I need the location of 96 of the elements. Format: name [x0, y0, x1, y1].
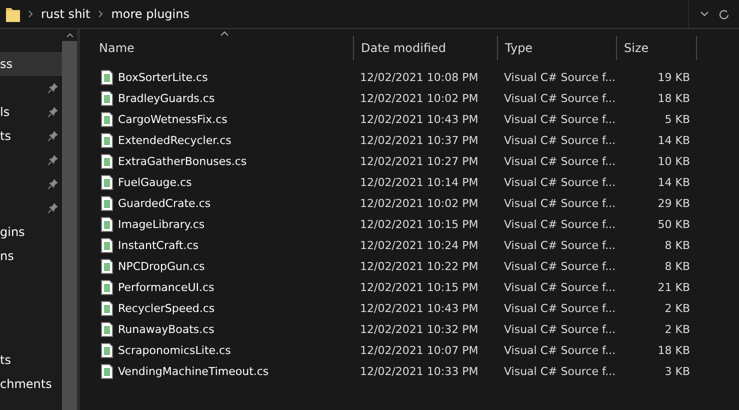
file-icon	[101, 175, 113, 190]
file-size: 8 KB	[664, 239, 691, 252]
file-type: Visual C# Source f...	[503, 134, 617, 147]
address-bar[interactable]: rust shit more plugins	[0, 0, 689, 28]
file-type: Visual C# Source f...	[503, 176, 617, 189]
chevron-down-icon[interactable]	[700, 11, 708, 17]
file-icon	[101, 364, 113, 379]
file-type: Visual C# Source f...	[503, 197, 617, 210]
date-modified: 12/02/2021 10:07 PM	[359, 344, 480, 357]
file-size: 2 KB	[664, 302, 691, 315]
chevron-right-icon	[98, 10, 104, 18]
file-icon	[101, 196, 113, 211]
date-modified: 12/02/2021 10:32 PM	[359, 323, 480, 336]
file-size: 5 KB	[664, 113, 691, 126]
file-size: 50 KB	[656, 218, 691, 231]
file-size: 18 KB	[656, 92, 691, 105]
file-name[interactable]: VendingMachineTimeout.cs	[118, 365, 269, 378]
file-name[interactable]: GuardedCrate.cs	[118, 197, 211, 210]
file-type: Visual C# Source f...	[503, 218, 617, 231]
file-name[interactable]: FuelGauge.cs	[118, 176, 192, 189]
file-type: Visual C# Source f...	[503, 92, 617, 105]
file-name[interactable]: RecyclerSpeed.cs	[118, 302, 215, 315]
column-header[interactable]: Name	[92, 36, 354, 60]
date-modified: 12/02/2021 10:37 PM	[359, 134, 480, 147]
file-name[interactable]: InstantCraft.cs	[118, 239, 198, 252]
file-icon	[101, 112, 113, 127]
file-type: Visual C# Source f...	[503, 113, 617, 126]
date-modified: 12/02/2021 10:33 PM	[359, 365, 480, 378]
sidebar-item[interactable]: ns	[0, 244, 62, 268]
file-size: 2 KB	[664, 323, 691, 336]
file-size: 29 KB	[656, 197, 691, 210]
file-icon	[101, 217, 113, 232]
file-type: Visual C# Source f...	[503, 323, 617, 336]
file-size: 14 KB	[656, 134, 691, 147]
file-type: Visual C# Source f...	[503, 281, 617, 294]
date-modified: 12/02/2021 10:15 PM	[359, 281, 480, 294]
file-icon	[101, 301, 113, 316]
file-name[interactable]: ScraponomicsLite.cs	[118, 344, 231, 357]
file-icon	[101, 259, 113, 274]
date-modified: 12/02/2021 10:27 PM	[359, 155, 480, 168]
file-name[interactable]: ImageLibrary.cs	[118, 218, 205, 231]
breadcrumb-item[interactable]: rust shit	[41, 7, 90, 21]
scroll-up-icon[interactable]	[66, 32, 74, 38]
date-modified: 12/02/2021 10:08 PM	[359, 71, 480, 84]
file-name[interactable]: ExtraGatherBonuses.cs	[118, 155, 247, 168]
sidebar-item[interactable]: gins	[0, 220, 62, 244]
folder-icon	[6, 6, 20, 22]
file-size: 8 KB	[664, 260, 691, 273]
file-type: Visual C# Source f...	[503, 260, 617, 273]
file-size: 10 KB	[656, 155, 691, 168]
file-size: 19 KB	[656, 71, 691, 84]
sidebar-item[interactable]: ss	[0, 52, 62, 76]
file-icon	[101, 322, 113, 337]
file-icon	[101, 133, 113, 148]
file-name[interactable]: BradleyGuards.cs	[118, 92, 215, 105]
file-size: 3 KB	[664, 365, 691, 378]
date-modified: 12/02/2021 10:02 PM	[359, 92, 480, 105]
file-name[interactable]: PerformanceUI.cs	[118, 281, 214, 294]
date-modified: 12/02/2021 10:15 PM	[359, 218, 480, 231]
column-header[interactable]: Type	[498, 36, 617, 60]
date-modified: 12/02/2021 10:14 PM	[359, 176, 480, 189]
file-icon	[101, 70, 113, 85]
file-icon	[101, 238, 113, 253]
sidebar-item[interactable]: chments	[0, 372, 62, 396]
file-type: Visual C# Source f...	[503, 155, 617, 168]
file-type: Visual C# Source f...	[503, 302, 617, 315]
file-size: 14 KB	[656, 176, 691, 189]
column-header[interactable]: Date modified	[354, 36, 498, 60]
date-modified: 12/02/2021 10:24 PM	[359, 239, 480, 252]
file-name[interactable]: BoxSorterLite.cs	[118, 71, 208, 84]
file-type: Visual C# Source f...	[503, 71, 617, 84]
date-modified: 12/02/2021 10:43 PM	[359, 113, 480, 126]
column-header[interactable]: Size	[617, 36, 697, 60]
chevron-right-icon	[28, 10, 33, 18]
file-name[interactable]: ExtendedRecycler.cs	[118, 134, 232, 147]
refresh-icon[interactable]	[719, 8, 729, 20]
file-size: 18 KB	[656, 344, 691, 357]
file-icon	[101, 280, 113, 295]
file-type: Visual C# Source f...	[503, 365, 617, 378]
file-name[interactable]: NPCDropGun.cs	[118, 260, 205, 273]
file-type: Visual C# Source f...	[503, 239, 617, 252]
file-icon	[101, 343, 113, 358]
file-type: Visual C# Source f...	[503, 344, 617, 357]
date-modified: 12/02/2021 10:22 PM	[359, 260, 480, 273]
file-size: 21 KB	[656, 281, 691, 294]
sidebar-item[interactable]: ls	[0, 100, 62, 124]
file-name[interactable]: CargoWetnessFix.cs	[118, 113, 228, 126]
sidebar-item[interactable]: ts	[0, 348, 62, 372]
date-modified: 12/02/2021 10:43 PM	[359, 302, 480, 315]
file-name[interactable]: RunawayBoats.cs	[118, 323, 214, 336]
breadcrumb-item[interactable]: more plugins	[111, 7, 190, 21]
sidebar-item[interactable]: ts	[0, 124, 62, 148]
date-modified: 12/02/2021 10:02 PM	[359, 197, 480, 210]
file-icon	[101, 91, 113, 106]
sort-ascending-icon	[220, 31, 229, 36]
file-icon	[101, 154, 113, 169]
